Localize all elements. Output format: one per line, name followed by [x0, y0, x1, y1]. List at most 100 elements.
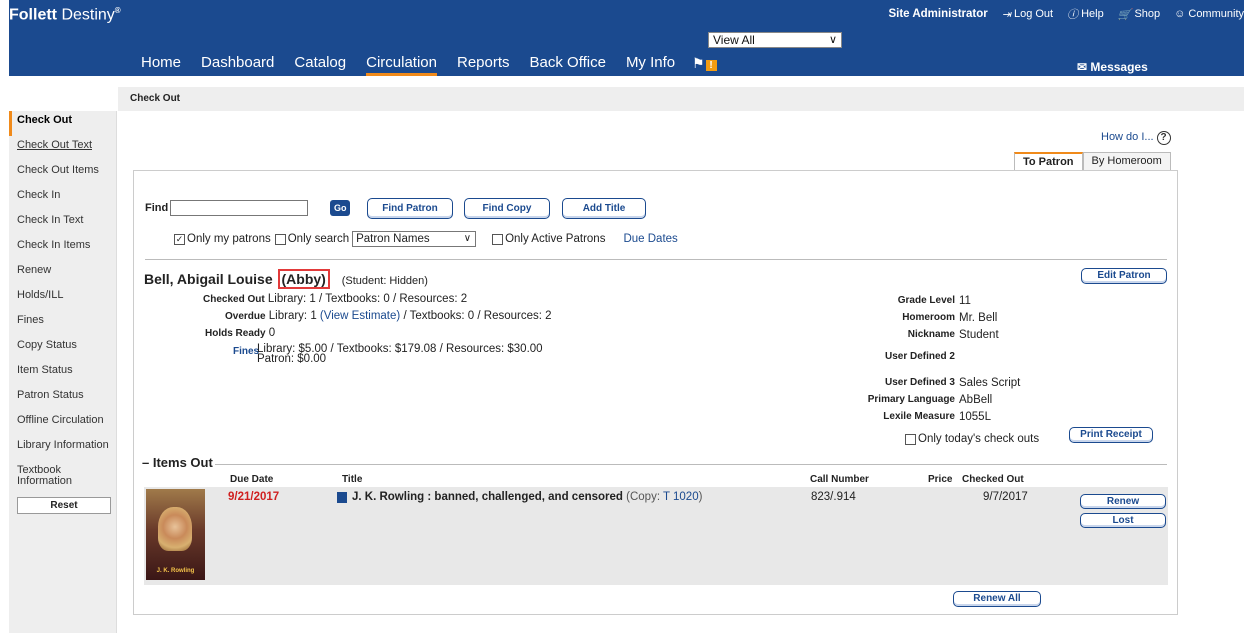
sidebar-item-item-status[interactable]: Item Status — [9, 361, 116, 386]
find-copy-button[interactable]: Find Copy — [464, 198, 550, 219]
tabs: To Patron By Homeroom — [1014, 152, 1171, 170]
help-link[interactable]: ⓘ Help — [1067, 6, 1104, 22]
user-name: Site Administrator — [888, 8, 988, 20]
chevron-down-icon: ∨ — [828, 34, 837, 46]
nav-my-info[interactable]: My Info — [616, 54, 685, 75]
only-today-checkbox[interactable] — [905, 433, 916, 445]
checkout-panel: Find Go Find Patron Find Copy Add Title … — [133, 170, 1178, 615]
alert-badge: ! — [705, 60, 717, 71]
checked-out-row: Checked Out Library: 1 / Textbooks: 0 / … — [203, 293, 468, 305]
patron-name: Bell, Abigail Louise — [144, 271, 273, 287]
col-call-number: Call Number — [810, 474, 869, 485]
sidebar-item-check-out-items[interactable]: Check Out Items — [9, 161, 116, 186]
header-links: Site Administrator ⇥ Log Out ⓘ Help 🛒 Shop … — [888, 6, 1244, 22]
print-receipt-button[interactable]: Print Receipt — [1069, 427, 1153, 443]
main-nav: Home Dashboard Catalog Circulation Repor… — [131, 54, 685, 76]
only-active-patrons-label: Only Active Patrons — [505, 233, 606, 245]
items-out-heading: – Items Out — [140, 455, 215, 470]
header-bar: Follett Destiny® View All ∨ Site Administ… — [9, 0, 1244, 76]
holds-ready-row: Holds Ready 0 — [205, 327, 276, 339]
page-title: Check Out — [130, 93, 181, 104]
sidebar-item-patron-status[interactable]: Patron Status — [9, 386, 116, 411]
col-checked-out: Checked Out — [962, 474, 1024, 485]
sidebar-item-offline-circulation[interactable]: Offline Circulation — [9, 411, 116, 436]
tab-by-homeroom[interactable]: By Homeroom — [1082, 152, 1171, 170]
nav-circulation[interactable]: Circulation — [356, 54, 447, 76]
search-type-select[interactable]: Patron Names ∨ — [352, 231, 477, 247]
edit-patron-button[interactable]: Edit Patron — [1081, 268, 1167, 284]
col-price: Price — [928, 474, 953, 485]
col-title: Title — [342, 474, 363, 485]
sidebar-item-holds-ill[interactable]: Holds/ILL — [9, 286, 116, 311]
renew-all-button[interactable]: Renew All — [953, 591, 1041, 607]
book-icon — [337, 492, 347, 503]
item-title[interactable]: J. K. Rowling : banned, challenged, and … — [352, 491, 702, 503]
fines-values: Library: $5.00 / Textbooks: $179.08 / Re… — [257, 343, 543, 365]
nav-back-office[interactable]: Back Office — [520, 54, 616, 75]
how-do-i-link[interactable]: How do I...? — [1101, 131, 1171, 145]
logout-link[interactable]: ⇥ Log Out — [1002, 6, 1053, 22]
sidebar-item-library-information[interactable]: Library Information — [9, 436, 116, 461]
find-label: Find — [145, 202, 169, 214]
checked-out-date: 9/7/2017 — [983, 491, 1028, 503]
tab-to-patron[interactable]: To Patron — [1014, 152, 1083, 170]
sidebar-item-copy-status[interactable]: Copy Status — [9, 336, 116, 361]
envelope-icon: ✉ — [1077, 60, 1088, 74]
lost-button[interactable]: Lost — [1080, 513, 1166, 528]
col-due-date: Due Date — [230, 474, 274, 485]
help-icon: ⓘ — [1067, 9, 1079, 21]
only-search-checkbox[interactable] — [274, 233, 286, 245]
only-active-patrons-checkbox[interactable] — [492, 233, 504, 245]
sidebar-item-check-in[interactable]: Check In — [9, 186, 116, 211]
logout-icon: ⇥ — [1001, 8, 1011, 21]
sidebar-item-check-out-text[interactable]: Check Out Text — [9, 136, 116, 161]
table-row: J. K. Rowling 9/21/2017 J. K. Rowling : … — [144, 487, 1168, 585]
nav-home[interactable]: Home — [131, 54, 191, 75]
copy-barcode-link[interactable]: T 1020 — [663, 491, 699, 503]
sidebar-item-renew[interactable]: Renew — [9, 261, 116, 286]
sidebar-item-fines[interactable]: Fines — [9, 311, 116, 336]
nav-catalog[interactable]: Catalog — [284, 54, 356, 75]
patron-status: (Student: Hidden) — [341, 275, 428, 287]
help-circle-icon: ? — [1156, 131, 1171, 145]
find-input[interactable] — [170, 200, 309, 216]
alert-flag[interactable]: ⚑! — [692, 55, 717, 72]
patron-name-row: Bell, Abigail Louise (Abby) (Student: Hi… — [144, 269, 428, 289]
messages-link[interactable]: ✉ Messages — [1077, 60, 1148, 74]
only-today-option: Only today's check outs — [905, 433, 1039, 445]
shop-link[interactable]: 🛒 Shop — [1118, 6, 1160, 22]
find-patron-button[interactable]: Find Patron — [367, 198, 453, 219]
nav-dashboard[interactable]: Dashboard — [191, 54, 284, 75]
go-button[interactable]: Go — [330, 200, 351, 216]
patron-details: Grade Level 11 Homeroom Mr. Bell Nickname S… — [867, 294, 1021, 423]
divider — [145, 259, 1167, 260]
reset-button[interactable]: Reset — [17, 497, 111, 514]
add-title-button[interactable]: Add Title — [562, 198, 646, 219]
sidebar-item-textbook-information[interactable]: Textbook Information — [9, 461, 89, 493]
page: Follett Destiny® View All ∨ Site Administ… — [0, 0, 1244, 633]
due-dates-link[interactable]: Due Dates — [623, 233, 677, 245]
page-title-bar: Check Out — [118, 87, 1244, 111]
view-estimate-link[interactable]: (View Estimate) — [320, 310, 400, 322]
only-my-patrons-label: Only my patrons — [187, 233, 271, 245]
only-search-label: Only search — [287, 233, 350, 245]
call-number: 823/.914 — [811, 491, 856, 503]
sidebar-item-check-in-text[interactable]: Check In Text — [9, 211, 116, 236]
nav-reports[interactable]: Reports — [447, 54, 520, 75]
find-row: Find Go — [145, 200, 351, 216]
follett-destiny-logo[interactable]: Follett Destiny® — [9, 6, 121, 24]
community-link[interactable]: ☺ Community — [1174, 6, 1244, 22]
overdue-row: Overdue Library: 1 (View Estimate) / Tex… — [225, 310, 552, 322]
sidebar: Check Out Check Out Text Check Out Items… — [9, 111, 117, 633]
fines-link[interactable]: Fines — [233, 345, 259, 357]
renew-button[interactable]: Renew — [1080, 494, 1166, 509]
divider — [145, 464, 1167, 465]
chevron-down-icon: ∨ — [463, 233, 472, 244]
search-options: ✓ Only my patrons Only search Patron Nam… — [174, 231, 678, 247]
view-select[interactable]: View All ∨ — [708, 32, 842, 48]
only-my-patrons-checkbox[interactable]: ✓ — [174, 233, 185, 245]
due-date: 9/21/2017 — [228, 491, 280, 503]
only-today-label: Only today's check outs — [918, 433, 1040, 445]
sidebar-item-check-in-items[interactable]: Check In Items — [9, 236, 116, 261]
sidebar-item-check-out[interactable]: Check Out — [9, 111, 116, 136]
